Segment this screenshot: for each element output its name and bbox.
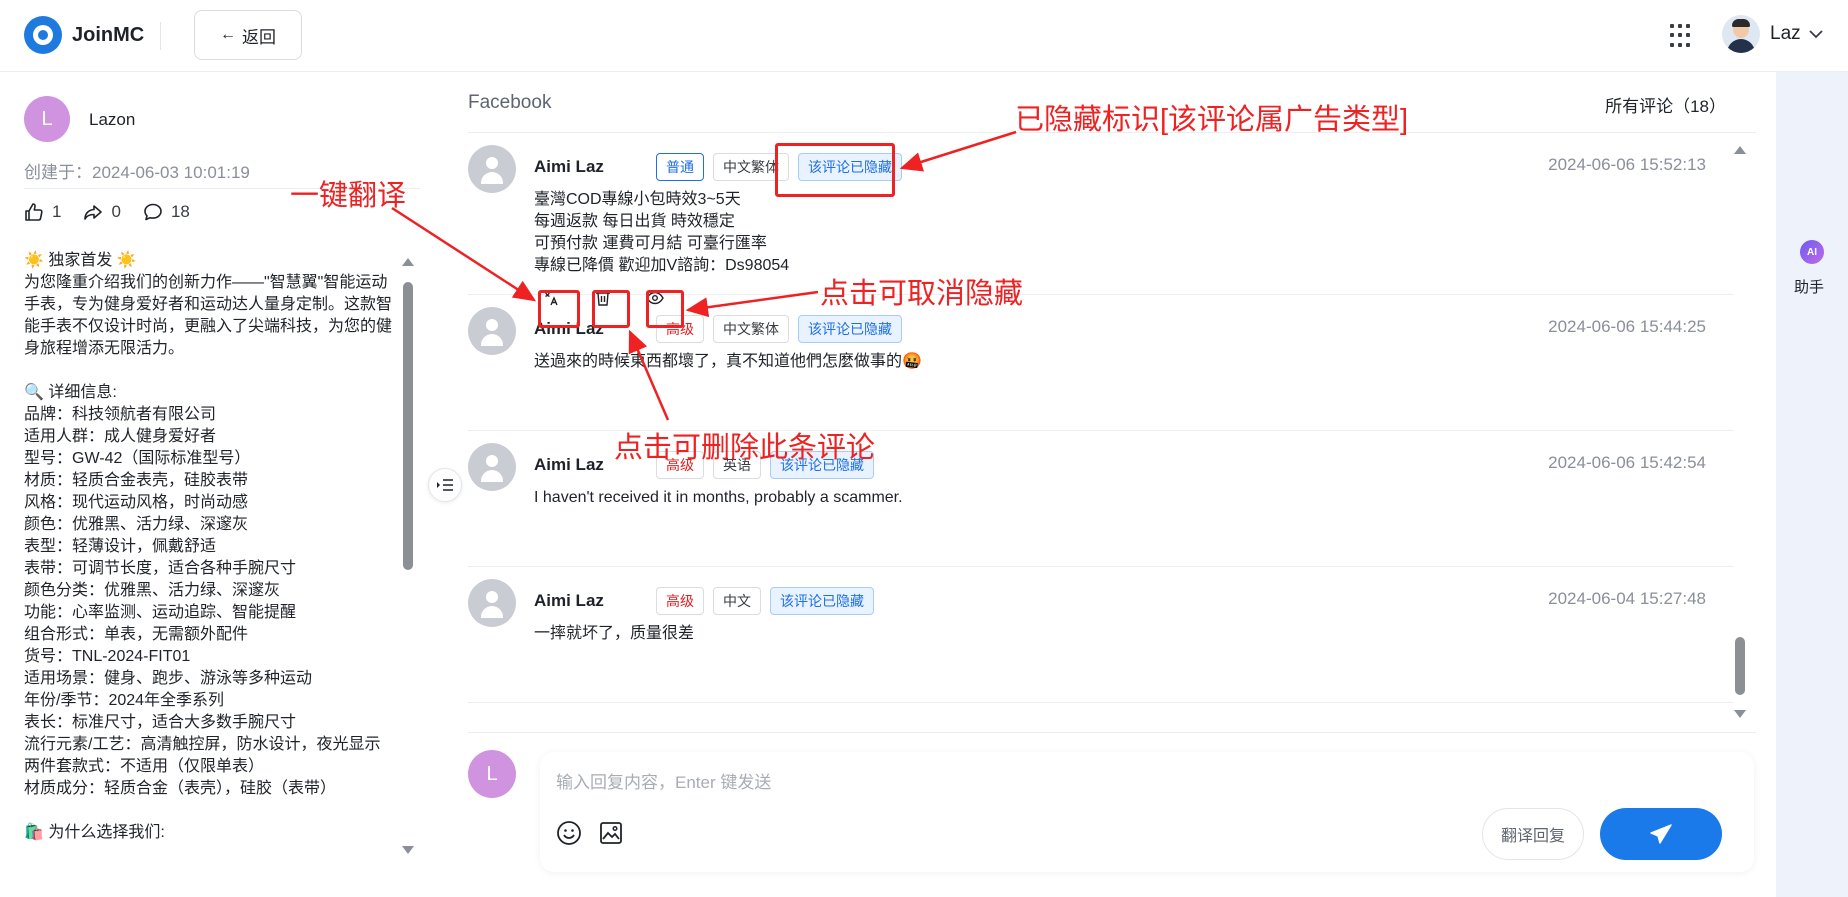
reply-avatar: L xyxy=(468,750,516,798)
scroll-up-arrow-icon[interactable] xyxy=(1734,146,1746,154)
user-avatar xyxy=(1722,15,1760,53)
comment-tags: 高级 中文 该评论已隐藏 xyxy=(656,587,883,615)
thumbs-up-icon xyxy=(25,203,43,221)
likes-count: 1 xyxy=(52,202,62,221)
user-name: Laz xyxy=(1770,23,1801,44)
top-bar: JoinMC ← 返回 Laz xyxy=(0,0,1848,72)
reply-composer: 翻译回复 xyxy=(540,752,1754,872)
comment-tags: 高级 中文繁体 该评论已隐藏 xyxy=(656,315,911,343)
right-rail: AI 助手 xyxy=(1776,72,1848,897)
comment-item: Aimi Laz 普通 中文繁体 该评论已隐藏 2024-06-06 15:52… xyxy=(468,133,1734,306)
joinmc-logo-icon xyxy=(24,16,62,54)
comment-text: 送過來的時候東西都壞了，真不知道他們怎麼做事的🤬 xyxy=(534,353,922,370)
comment-time: 2024-06-04 15:27:48 xyxy=(1548,589,1706,608)
comment-time: 2024-06-06 15:52:13 xyxy=(1548,155,1706,174)
post-content: ☀️ 独家首发 ☀️ 为您隆重介绍我们的创新力作——"智慧翼"智能运动手表，专为… xyxy=(24,252,393,841)
annotation-delete: 点击可删除此条评论 xyxy=(614,432,876,464)
arrow-left-icon: ← xyxy=(220,26,236,43)
level-tag: 高级 xyxy=(656,587,704,615)
post-author-avatar: L xyxy=(24,96,70,142)
scroll-down-arrow-icon[interactable] xyxy=(402,846,414,854)
emoji-button[interactable] xyxy=(556,820,582,846)
scroll-down-arrow-icon[interactable] xyxy=(1734,710,1746,718)
emoji-icon xyxy=(557,821,581,845)
image-button[interactable] xyxy=(598,820,624,846)
send-button[interactable] xyxy=(1600,808,1722,860)
divider xyxy=(468,732,1756,733)
back-button[interactable]: ← 返回 xyxy=(194,10,302,60)
hidden-status-tag: 该评论已隐藏 xyxy=(770,587,874,615)
hidden-status-tag: 该评论已隐藏 xyxy=(798,315,902,343)
comment-text: 一摔就坏了，质量很差 xyxy=(534,625,695,642)
likes-stat: 1 xyxy=(24,202,61,222)
commenter-name: Aimi Laz xyxy=(534,455,604,474)
comments-scrollbar-thumb[interactable] xyxy=(1735,637,1745,695)
language-tag: 中文 xyxy=(713,587,761,615)
platform-label: Facebook xyxy=(468,92,552,113)
comment-time: 2024-06-06 15:42:54 xyxy=(1548,453,1706,472)
shares-count: 0 xyxy=(111,202,121,221)
post-scrollbar-thumb[interactable] xyxy=(403,282,413,570)
annotation-translate: 一键翻译 xyxy=(290,180,407,212)
app-logo[interactable]: JoinMC xyxy=(24,16,144,54)
comments-panel: Facebook 所有评论（18） Aimi Laz 普通 中文繁体 该评论已隐… xyxy=(444,72,1776,897)
annotation-box-unhide xyxy=(646,290,684,328)
comment-list: Aimi Laz 普通 中文繁体 该评论已隐藏 2024-06-06 15:52… xyxy=(444,133,1734,805)
comments-stat: 18 xyxy=(143,202,190,222)
annotation-unhide: 点击可取消隐藏 xyxy=(820,278,1024,310)
collapse-menu-icon xyxy=(437,479,453,491)
image-icon xyxy=(600,822,622,844)
annotation-box-translate xyxy=(538,290,580,328)
app-grid-icon[interactable] xyxy=(1670,24,1694,48)
ai-assistant-icon[interactable]: AI xyxy=(1800,240,1824,264)
post-created-time: 创建于：2024-06-03 10:01:19 xyxy=(24,163,250,182)
commenter-avatar xyxy=(468,307,516,355)
annotation-hidden-marker: 已隐藏标识[该评论属广告类型] xyxy=(1015,104,1409,136)
commenter-avatar xyxy=(468,145,516,193)
comments-count: 18 xyxy=(170,202,190,221)
post-author-name: Lazon xyxy=(89,110,136,129)
annotation-box-hidden-tag xyxy=(775,143,895,197)
chevron-down-icon xyxy=(1809,26,1823,42)
comment-text: 臺灣COD專線小包時效3~5天 每週返款 每日出貨 時效穩定 可預付款 運費可月… xyxy=(534,191,790,274)
comment-icon xyxy=(144,203,162,221)
commenter-avatar xyxy=(468,579,516,627)
comment-item: Aimi Laz 高级 中文 该评论已隐藏 2024-06-04 15:27:4… xyxy=(468,567,1734,703)
scroll-up-arrow-icon[interactable] xyxy=(402,258,414,266)
commenter-avatar xyxy=(468,443,516,491)
level-tag: 普通 xyxy=(656,153,704,181)
annotation-box-delete xyxy=(592,290,630,328)
share-icon xyxy=(84,205,103,220)
translate-reply-button[interactable]: 翻译回复 xyxy=(1482,808,1584,860)
all-comments-filter[interactable]: 所有评论（18） xyxy=(1605,92,1726,117)
commenter-name: Aimi Laz xyxy=(534,591,604,610)
back-button-label: 返回 xyxy=(242,27,276,47)
collapse-panel-button[interactable] xyxy=(428,468,462,502)
reply-input[interactable] xyxy=(556,768,1736,798)
language-tag: 中文繁体 xyxy=(713,315,789,343)
commenter-name: Aimi Laz xyxy=(534,157,604,176)
send-icon xyxy=(1650,824,1672,844)
post-stats: 1 0 18 xyxy=(24,202,212,222)
header-divider xyxy=(160,22,161,50)
shares-stat: 0 xyxy=(83,202,121,222)
app-name: JoinMC xyxy=(72,23,145,46)
user-menu[interactable]: Laz xyxy=(1722,15,1823,53)
comment-time: 2024-06-06 15:44:25 xyxy=(1548,317,1706,336)
assistant-label[interactable]: 助手 xyxy=(1794,276,1824,297)
comment-text: I haven't received it in months, probabl… xyxy=(534,489,903,506)
